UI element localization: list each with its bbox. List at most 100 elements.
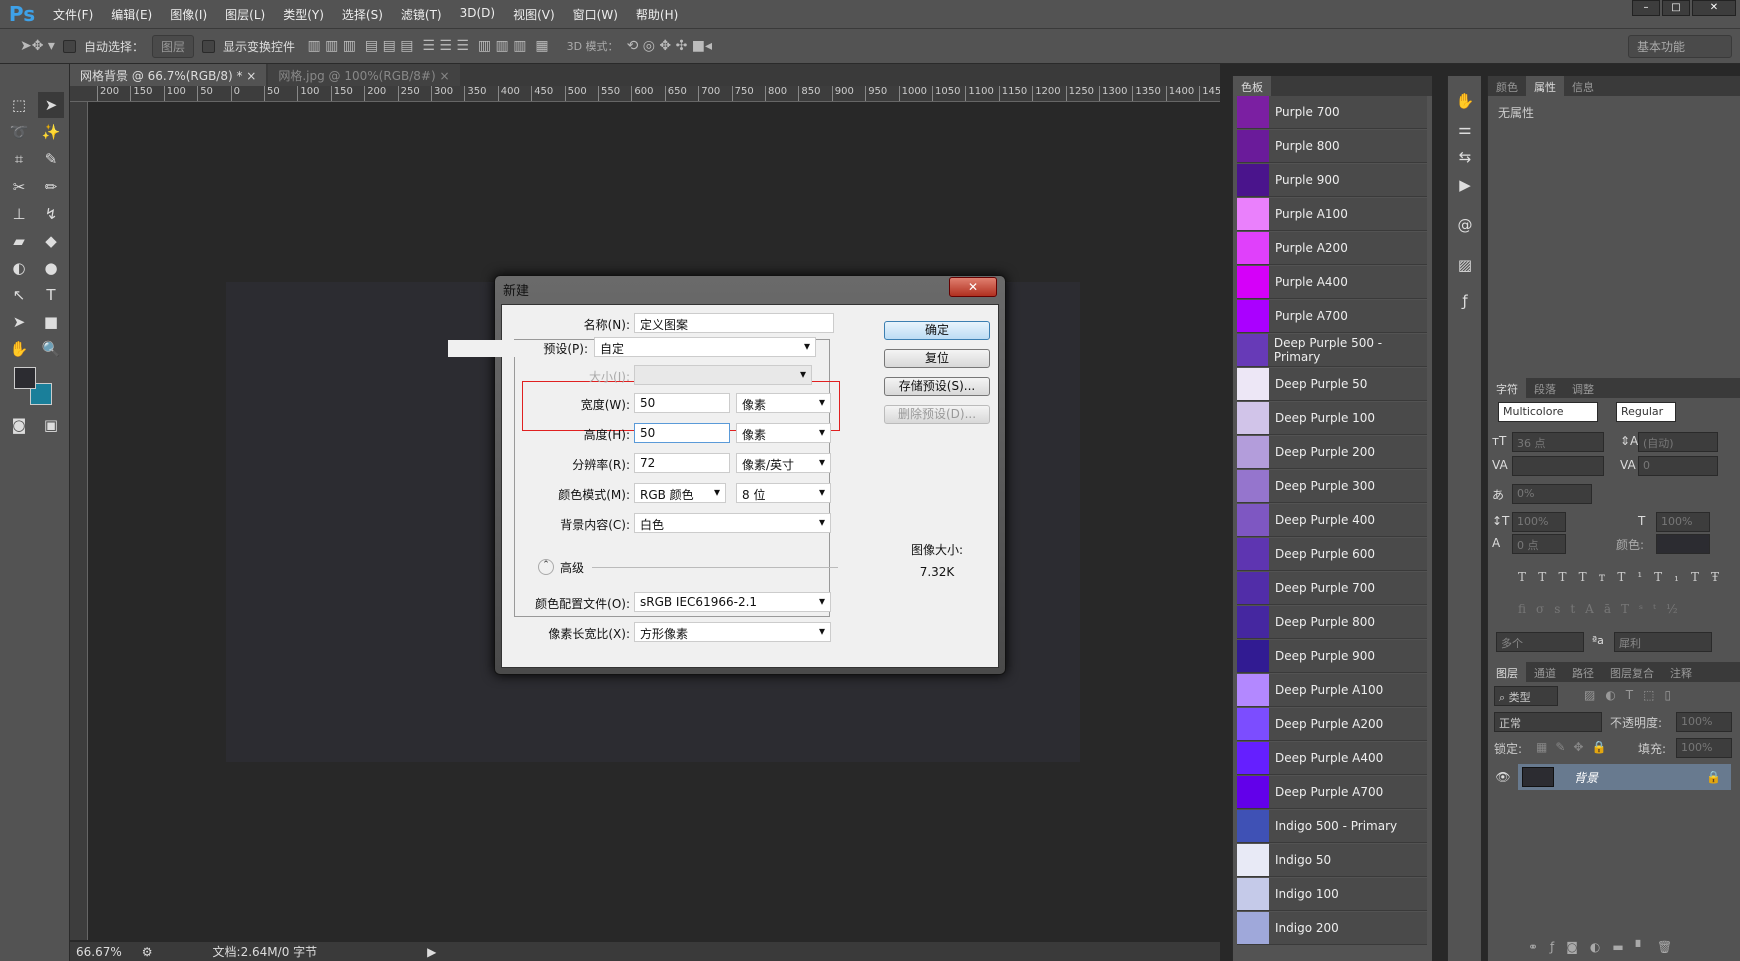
stamp-icon[interactable]: ⊥ — [6, 201, 32, 227]
baseline-field[interactable]: 0 点 — [1512, 534, 1566, 554]
menu-item[interactable]: 视图(V) — [504, 6, 564, 23]
width-input[interactable]: 50 — [634, 393, 730, 413]
menu-item[interactable]: 编辑(E) — [102, 6, 161, 23]
move-tool-icon[interactable]: ➤✥ ▾ — [20, 38, 55, 54]
menu-item[interactable]: 选择(S) — [333, 6, 392, 23]
swatch-item[interactable]: Indigo 100 — [1237, 878, 1427, 911]
quick-mask-icon[interactable]: ◙ — [6, 412, 32, 438]
text-style-buttons[interactable]: TTTTᴛT¹T₁TŦ — [1518, 570, 1731, 584]
font-family-select[interactable]: Multicolore — [1498, 402, 1598, 422]
path-select-icon[interactable]: ➤ — [6, 309, 32, 335]
horizontal-scale-field[interactable]: 100% — [1656, 512, 1710, 532]
visibility-eye-icon[interactable]: 👁 — [1488, 764, 1518, 790]
auto-select-dropdown[interactable]: 图层 — [151, 34, 194, 58]
healing-icon[interactable]: ✂ — [6, 174, 32, 200]
type-tool-icon[interactable]: T — [38, 282, 64, 308]
pixel-aspect-select[interactable]: 方形像素 — [634, 622, 831, 642]
opacity-field[interactable]: 100% — [1676, 712, 1732, 732]
background-select[interactable]: 白色 — [634, 513, 831, 533]
tab-layer-comps[interactable]: 图层复合 — [1602, 662, 1662, 682]
tab-info[interactable]: 信息 — [1564, 76, 1602, 96]
tab-properties[interactable]: 属性 — [1526, 76, 1564, 96]
hand-icon[interactable]: ✋ — [6, 336, 32, 362]
workspace-dropdown[interactable]: 基本功能 — [1628, 34, 1732, 58]
tab-grid-background[interactable]: 网格背景 @ 66.7%(RGB/8) * × — [70, 64, 267, 86]
blend-mode-select[interactable]: 正常 — [1494, 712, 1602, 732]
lasso-tool-icon[interactable]: ➰ — [6, 119, 32, 145]
bucket-icon[interactable]: ◆ — [38, 228, 64, 254]
crop-tool-icon[interactable]: ⌗ — [6, 146, 32, 172]
swatch-item[interactable]: Indigo 50 — [1237, 844, 1427, 877]
rectangle-icon[interactable]: ■ — [38, 309, 64, 335]
magic-wand-icon[interactable]: ✨ — [38, 119, 64, 145]
eyedropper-icon[interactable]: ✎ — [38, 146, 64, 172]
eraser-icon[interactable]: ▰ — [6, 228, 32, 254]
vertical-scale-field[interactable]: 100% — [1512, 512, 1566, 532]
menu-item[interactable]: 窗口(W) — [564, 6, 627, 23]
swatch-item[interactable]: Purple A100 — [1237, 198, 1427, 231]
swatch-item[interactable]: Purple 700 — [1237, 96, 1427, 129]
align-icons[interactable]: ▥ ▥ ▥ ▤ ▤ ▤ ☰ ☰ ☰ ▥ ▥ ▥ ▦ — [303, 38, 548, 54]
swatch-item[interactable]: Indigo 500 - Primary — [1237, 810, 1427, 843]
maximize-button[interactable]: □ — [1662, 0, 1690, 16]
menu-item[interactable]: 帮助(H) — [627, 6, 687, 23]
close-window-button[interactable]: ✕ — [1692, 0, 1736, 16]
move-tool-icon[interactable]: ➤ — [38, 92, 64, 118]
history-brush-icon[interactable]: ↯ — [38, 201, 64, 227]
play-icon[interactable]: ▶ — [1452, 172, 1478, 198]
text-color-swatch[interactable] — [1656, 534, 1710, 554]
spiral-icon[interactable]: @ — [1452, 212, 1478, 238]
opentype-buttons[interactable]: ﬁσstAāTˢᵗ½ — [1518, 602, 1688, 616]
swatch-item[interactable]: Deep Purple A200 — [1237, 708, 1427, 741]
save-preset-button[interactable]: 存储预设(S)... — [884, 377, 990, 396]
swatch-item[interactable]: Deep Purple 700 — [1237, 572, 1427, 605]
tab-paragraph[interactable]: 段落 — [1526, 378, 1564, 398]
blur-icon[interactable]: ◐ — [6, 255, 32, 281]
swatch-item[interactable]: Deep Purple 100 — [1237, 402, 1427, 435]
menu-item[interactable]: 类型(Y) — [274, 6, 333, 23]
pen-icon[interactable]: ↖ — [6, 282, 32, 308]
tab-swatches[interactable]: 色板 — [1233, 76, 1271, 96]
swatch-item[interactable]: Deep Purple 200 — [1237, 436, 1427, 469]
layer-row[interactable]: 👁 背景 🔒 — [1488, 764, 1731, 790]
3d-mode-icons[interactable]: ⟲ ◎ ✥ ✣ ■◂ — [627, 38, 712, 54]
resolution-unit-select[interactable]: 像素/英寸 — [736, 453, 831, 473]
swatch-item[interactable]: Deep Purple A100 — [1237, 674, 1427, 707]
swatch-item[interactable]: Purple A200 — [1237, 232, 1427, 265]
swatch-item[interactable]: Deep Purple 500 - Primary — [1237, 334, 1427, 367]
tab-grid-jpg[interactable]: 网格.jpg @ 100%(RGB/8#) × — [268, 64, 460, 86]
menu-item[interactable]: 图层(L) — [216, 6, 274, 23]
status-menu-arrow-icon[interactable]: ▶ — [427, 945, 436, 959]
tab-character[interactable]: 字符 — [1488, 378, 1526, 398]
bit-depth-select[interactable]: 8 位 — [736, 483, 831, 503]
kerning-field[interactable] — [1512, 456, 1604, 476]
tab-notes[interactable]: 注释 — [1662, 662, 1700, 682]
minimize-button[interactable]: – — [1632, 0, 1660, 16]
menu-item[interactable]: 文件(F) — [44, 6, 102, 23]
swatch-item[interactable]: Deep Purple 300 — [1237, 470, 1427, 503]
swatch-item[interactable]: Deep Purple A700 — [1237, 776, 1427, 809]
auto-select-checkbox[interactable] — [62, 39, 76, 53]
swatch-item[interactable]: Purple A700 — [1237, 300, 1427, 333]
fill-field[interactable]: 100% — [1676, 738, 1732, 758]
swatch-item[interactable]: Deep Purple 800 — [1237, 606, 1427, 639]
height-unit-select[interactable]: 像素 — [736, 423, 831, 443]
tab-paths[interactable]: 路径 — [1564, 662, 1602, 682]
zoom-level[interactable]: 66.67% — [76, 945, 122, 959]
font-size-field[interactable]: 36 点 — [1512, 432, 1604, 452]
swatch-item[interactable]: Deep Purple 50 — [1237, 368, 1427, 401]
advanced-toggle-icon[interactable]: ⌃ — [538, 559, 554, 575]
fx-panel-icon[interactable]: ƒ — [1452, 288, 1478, 314]
color-profile-select[interactable]: sRGB IEC61966-2.1 — [634, 592, 831, 612]
width-unit-select[interactable]: 像素 — [736, 393, 831, 413]
font-style-select[interactable]: Regular — [1616, 402, 1676, 422]
marquee-tool-icon[interactable]: ⬚ — [6, 92, 32, 118]
tsume-field[interactable]: 0% — [1512, 484, 1592, 504]
swatch-item[interactable]: Deep Purple 400 — [1237, 504, 1427, 537]
swatch-item[interactable]: Deep Purple A400 — [1237, 742, 1427, 775]
name-input[interactable]: 定义图案 — [634, 313, 834, 333]
reset-button[interactable]: 复位 — [884, 349, 990, 368]
resolution-input[interactable]: 72 — [634, 453, 730, 473]
show-transform-checkbox[interactable] — [201, 39, 215, 53]
lock-icons[interactable]: ▦✎✥🔒 — [1536, 740, 1614, 754]
